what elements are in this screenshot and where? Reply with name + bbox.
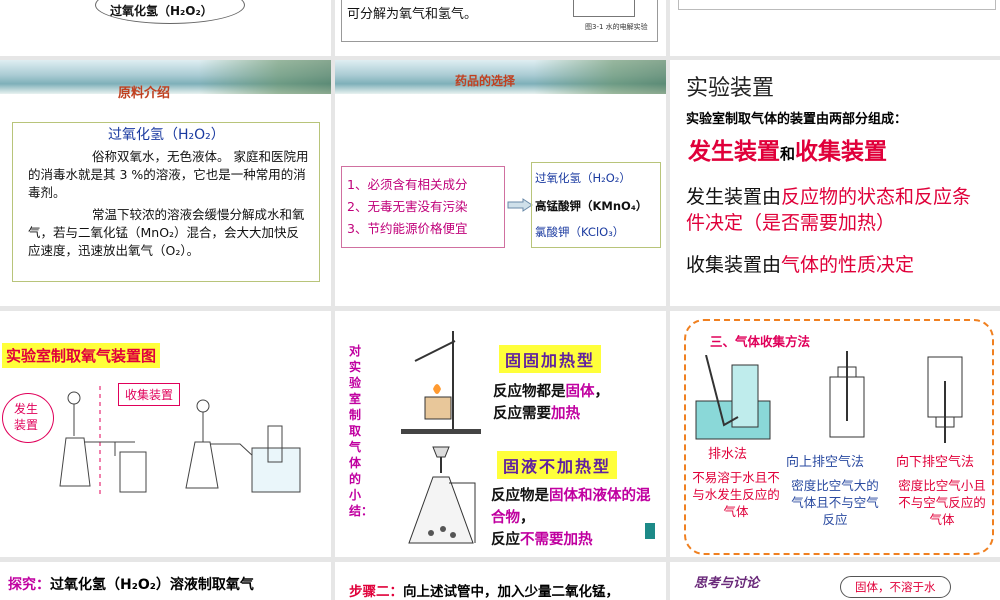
slide-header: 药品的选择 [455,74,516,88]
method-water: 排水法 [708,447,748,462]
vertical-title: 对实验室制取气体的小结： [349,344,374,518]
heading-generation: 发生装置 [688,138,780,165]
heating-apparatus-icon [401,331,481,434]
desc-water: 不易溶于水且不与水发生反应的气体 [692,470,780,519]
slide-9-gas-collection[interactable]: 三、气体收集方法 排水法 向上排空气法 向下排空气法 不易溶于水且不与水发生反应… [670,311,1000,557]
method-downward: 向下排空气法 [896,455,975,470]
slide-10[interactable]: 探究：过氧化氢（H₂O₂）溶液制取氧气 [0,562,331,600]
choice-1: 过氧化氢（H₂O₂） [535,171,631,185]
slide-11[interactable]: 步骤二：向上述试管中，加入少量二氧化锰， [335,562,666,600]
arrow-icon [507,198,533,212]
slide-4-raw-material[interactable]: 原料介绍 过氧化氢（H₂O₂） 俗称双氧水，无色液体。 家庭和医院用的消毒水就是… [0,60,331,306]
intro-text: 实验室制取气体的装置由两部分组成： [686,112,908,127]
collection-rule: 收集装置由气体的性质决定 [686,254,915,276]
downward-air-diagram [927,356,963,443]
figure-caption: 图3-1 水的电解实验 [585,23,648,31]
solid-liquid-desc: 反应物是固体和液体的混合物， 反应不需要加热 [491,488,651,548]
flask-apparatus-icon [408,446,476,544]
teal-marker [645,523,655,539]
slide-2[interactable]: 可分解为氧气和氢气。 图3-1 水的电解实验 [335,0,666,56]
slide-3[interactable] [670,0,1000,56]
heading-collection: 收集装置 [795,138,888,165]
method-upward: 向上排空气法 [786,455,865,470]
type-solid-heating: 固固加热型 [499,345,602,373]
think-heading: 思考与讨论 [694,576,760,591]
box-title: 过氧化氢（H₂O₂） [108,127,225,143]
electrolysis-diagram [573,0,635,17]
slide-7-oxygen-apparatus[interactable]: 实验室制取氧气装置图 发生装置 收集装置 [0,311,331,557]
generator-label: 发生装置 [13,402,38,432]
slide-title: 三、气体收集方法 [710,334,811,349]
heading-and: 和 [780,145,796,163]
slide-1[interactable]: 过氧化氢（H₂O₂） [0,0,331,56]
text-box [678,0,996,10]
type-solid-liquid: 固液不加热型 [497,451,618,479]
slide-title: 实验室制取氧气装置图 [2,343,161,368]
criterion-3: 3、节约能源价格便宜 [347,221,468,236]
slide-12[interactable]: 思考与讨论 固体，不溶于水 [670,562,1000,600]
paragraph-2: 常温下较浓的溶液会缓慢分解成水和氧气，若与二氧化锰（MnO₂）混合，会大大加快反… [28,207,305,258]
explore-heading: 探究：过氧化氢（H₂O₂）溶液制取氧气 [8,577,254,593]
water-displacement-diagram [695,355,771,440]
choice-3: 氯酸钾（KClO₃） [535,225,625,239]
criterion-2: 2、无毒无害没有污染 [347,199,468,214]
apparatus-diagram [59,386,301,496]
desc-upward: 密度比空气大的气体且不与空气反应 [791,478,879,527]
step-text: 步骤二：向上述试管中，加入少量二氧化锰， [349,584,619,600]
slide-8-summary[interactable]: 对实验室制取气体的小结： 固固加热型 反应物都是固体， 反应需要加热 固液不加热… [335,311,666,557]
slide-title: 实验装置 [686,76,775,101]
slide-6-apparatus[interactable]: 实验装置 实验室制取气体的装置由两部分组成： 发生装置和收集装置 发生装置由反应… [670,60,1000,306]
body-text: 可分解为氧气和氢气。 [347,7,478,22]
formula-label: 过氧化氢（H₂O₂） [110,4,213,18]
slide-header: 原料介绍 [118,86,171,101]
big-heading: 发生装置和收集装置 [688,132,887,166]
answer-bubble: 固体，不溶于水 [840,576,951,598]
choice-2: 高锰酸钾（KMnO₄） [535,199,648,213]
generation-rule: 发生装置由反应物的状态和反应条件决定（是否需要加热） [686,186,972,234]
paragraph-1: 俗称双氧水，无色液体。 家庭和医院用的消毒水就是其 3 %的溶液，它也是一种常用… [28,149,309,200]
solid-heating-desc: 反应物都是固体， 反应需要加热 [493,384,609,422]
upward-air-diagram [829,351,865,438]
desc-downward: 密度比空气小且不与空气反应的气体 [898,478,986,527]
criterion-1: 1、必须含有相关成分 [347,177,468,192]
slide-5-reagent-choice[interactable]: 药品的选择 1、必须含有相关成分 2、无毒无害没有污染 3、节约能源价格便宜 过… [335,60,666,306]
